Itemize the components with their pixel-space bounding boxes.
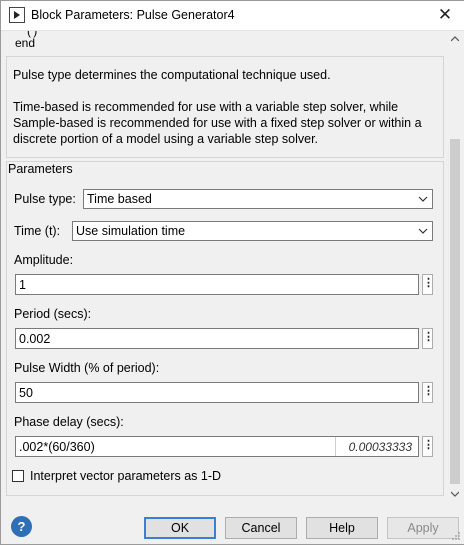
pulse-type-label: Pulse type: (14, 192, 76, 206)
time-label: Time (t): (14, 224, 61, 238)
close-icon: ✕ (437, 5, 453, 24)
description-line-2: Time-based is recommended for use with a… (13, 100, 422, 146)
pulse-width-input[interactable]: 50 (15, 382, 419, 403)
chevron-down-icon (418, 196, 428, 202)
pulse-width-label: Pulse Width (% of period): (14, 361, 160, 375)
scroll-up-icon[interactable] (451, 36, 459, 42)
interpret-vector-checkbox[interactable] (12, 470, 24, 482)
amplitude-more-button[interactable]: ⋮ (422, 274, 434, 295)
scrollbar-thumb[interactable] (450, 139, 460, 484)
window-title: Block Parameters: Pulse Generator4 (31, 8, 235, 22)
interpret-vector-label: Interpret vector parameters as 1-D (30, 469, 222, 483)
cancel-button[interactable]: Cancel (225, 517, 297, 539)
amplitude-input[interactable]: 1 (15, 274, 419, 295)
title-bar: Block Parameters: Pulse Generator4 ✕ (0, 0, 464, 31)
phase-delay-value: .002*(60/360) (19, 440, 95, 454)
dialog-content: (') end Pulse type determines the comput… (1, 31, 445, 504)
chevron-down-icon (418, 228, 428, 234)
amplitude-value: 1 (19, 278, 26, 292)
vertical-scrollbar[interactable] (447, 31, 463, 504)
parameters-group-label: Parameters (8, 162, 73, 176)
close-button[interactable]: ✕ (426, 0, 464, 30)
phase-delay-evaluated: 0.00033333 (348, 440, 412, 454)
pulse-width-value: 50 (19, 386, 33, 400)
phase-delay-more-button[interactable]: ⋮ (422, 436, 434, 457)
phase-delay-input[interactable]: .002*(60/360) 0.00033333 (15, 436, 419, 457)
period-more-button[interactable]: ⋮ (422, 328, 434, 349)
period-label: Period (secs): (14, 307, 92, 321)
period-value: 0.002 (19, 332, 51, 346)
period-input[interactable]: 0.002 (15, 328, 419, 349)
pulse-type-select[interactable]: Time based (83, 189, 433, 209)
pulse-width-more-button[interactable]: ⋮ (422, 382, 434, 403)
phase-delay-label: Phase delay (secs): (14, 415, 124, 429)
description-panel: Pulse type determines the computational … (6, 56, 444, 158)
description-line-1: Pulse type determines the computational … (13, 68, 331, 82)
time-select[interactable]: Use simulation time (72, 221, 433, 241)
amplitude-label: Amplitude: (14, 253, 74, 267)
simulink-block-icon (9, 7, 25, 23)
help-button[interactable]: Help (306, 517, 378, 539)
button-bar: ? OK Cancel Help Apply (1, 505, 463, 543)
ok-button[interactable]: OK (144, 517, 216, 539)
code-end-line: end (15, 36, 36, 50)
help-icon[interactable]: ? (11, 516, 32, 537)
apply-button[interactable]: Apply (387, 517, 459, 539)
time-value: Use simulation time (76, 224, 186, 238)
resize-grip-icon[interactable] (451, 531, 461, 541)
pulse-type-value: Time based (87, 192, 152, 206)
evaluated-separator (335, 437, 336, 456)
scroll-down-icon[interactable] (451, 491, 459, 497)
